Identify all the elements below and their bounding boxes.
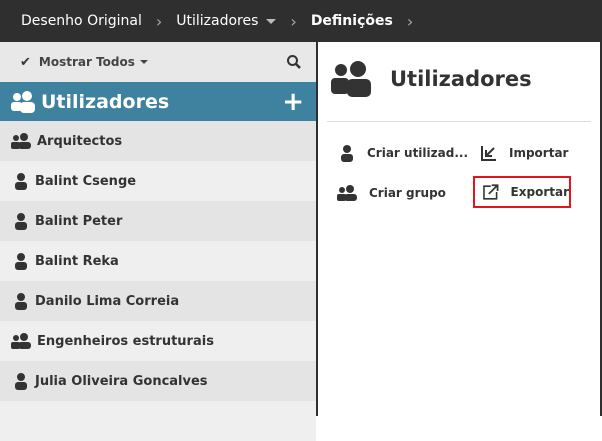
list-item[interactable]: Balint Csenge xyxy=(0,161,316,201)
divider xyxy=(327,121,591,122)
users-icon xyxy=(11,333,31,349)
import-label: Importar xyxy=(509,146,569,160)
list-item[interactable] xyxy=(0,401,316,441)
list-item[interactable]: Balint Reka xyxy=(0,241,316,281)
create-user-label: Criar utilizad... xyxy=(367,146,468,160)
users-header-title: Utilizadores xyxy=(41,90,170,113)
add-button[interactable]: + xyxy=(282,87,304,117)
chevron-right-icon: › xyxy=(406,11,414,31)
users-icon xyxy=(331,61,371,97)
list-item[interactable]: Julia Oliveira Goncalves xyxy=(0,361,316,401)
users-icon xyxy=(11,90,35,113)
list-item[interactable]: Arquitectos xyxy=(0,121,316,161)
list-item-label: Danilo Lima Correia xyxy=(35,293,180,309)
breadcrumb-item-definicoes[interactable]: Definições xyxy=(311,13,393,29)
breadcrumb: Desenho Original › Utilizadores › Defini… xyxy=(0,0,602,42)
list-item[interactable]: Engenheiros estruturais xyxy=(0,321,316,361)
user-icon xyxy=(15,173,27,190)
users-panel: ✔ Mostrar Todos Utilizadores + Arquitect… xyxy=(0,42,316,441)
user-icon xyxy=(15,253,27,270)
filter-toolbar: ✔ Mostrar Todos xyxy=(0,42,316,82)
caret-down-icon[interactable] xyxy=(139,60,148,64)
breadcrumb-item-utilizadores[interactable]: Utilizadores xyxy=(176,13,258,29)
list-item-label: Balint Peter xyxy=(35,213,123,229)
user-icon xyxy=(15,293,27,310)
import-button[interactable]: Importar xyxy=(481,140,568,166)
check-icon: ✔ xyxy=(20,54,31,70)
users-icon xyxy=(11,133,31,149)
caret-down-icon[interactable] xyxy=(266,18,277,24)
list-item[interactable]: Balint Peter xyxy=(0,201,316,241)
filter-dropdown[interactable]: Mostrar Todos xyxy=(39,55,135,69)
search-icon[interactable] xyxy=(286,54,302,70)
user-icon xyxy=(341,145,353,162)
list-item-label: Julia Oliveira Goncalves xyxy=(35,373,208,389)
export-icon xyxy=(483,184,499,200)
chevron-right-icon: › xyxy=(290,11,297,31)
export-button[interactable]: Exportar xyxy=(473,176,571,208)
list-item[interactable]: Danilo Lima Correia xyxy=(0,281,316,321)
list-item-label: Arquitectos xyxy=(37,133,123,149)
panel-divider xyxy=(316,42,318,416)
users-list: Arquitectos Balint Csenge Balint Peter Bali… xyxy=(0,121,316,441)
user-icon xyxy=(15,373,27,390)
page-title-text: Utilizadores xyxy=(390,67,532,91)
list-item-label: Engenheiros estruturais xyxy=(37,333,214,349)
create-group-label: Criar grupo xyxy=(369,186,446,200)
list-item-label: Balint Reka xyxy=(35,253,119,269)
chevron-right-icon: › xyxy=(155,11,163,31)
export-label: Exportar xyxy=(510,185,569,199)
import-icon xyxy=(481,146,496,161)
create-user-button[interactable]: Criar utilizad... xyxy=(339,140,468,166)
list-item-label: Balint Csenge xyxy=(35,173,137,189)
create-group-button[interactable]: Criar grupo xyxy=(337,180,446,206)
user-icon xyxy=(15,213,27,230)
users-header: Utilizadores + xyxy=(0,82,316,121)
users-icon xyxy=(337,185,357,201)
page-title: Utilizadores xyxy=(330,60,532,98)
breadcrumb-item-desenho[interactable]: Desenho Original xyxy=(21,13,142,29)
